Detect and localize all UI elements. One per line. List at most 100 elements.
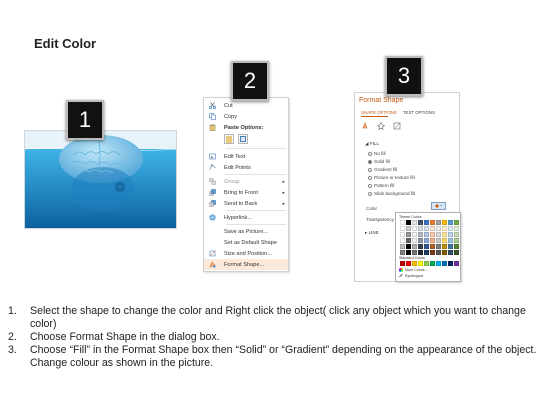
brain-iceberg-image[interactable] [24, 130, 177, 229]
color-swatch[interactable] [406, 232, 411, 237]
color-swatch[interactable] [436, 244, 441, 249]
color-swatch[interactable] [424, 238, 429, 243]
color-swatch[interactable] [436, 220, 441, 225]
eyedropper-option[interactable]: Eyedropper [399, 274, 424, 278]
color-swatch[interactable] [430, 261, 435, 266]
color-swatch[interactable] [454, 226, 459, 231]
color-swatch[interactable] [400, 232, 405, 237]
more-colors-option[interactable]: More Colors... [399, 268, 428, 272]
color-swatch[interactable] [400, 261, 405, 266]
color-swatch[interactable] [454, 261, 459, 266]
color-swatch[interactable] [442, 232, 447, 237]
color-swatch[interactable] [436, 250, 441, 255]
color-swatch[interactable] [448, 232, 453, 237]
color-swatch[interactable] [454, 220, 459, 225]
color-swatch[interactable] [442, 226, 447, 231]
color-swatch[interactable] [412, 232, 417, 237]
color-swatch[interactable] [406, 261, 411, 266]
color-swatch[interactable] [430, 232, 435, 237]
color-swatch[interactable] [418, 244, 423, 249]
fill-line-icon[interactable] [361, 122, 369, 130]
color-swatch[interactable] [418, 226, 423, 231]
menu-item-cut[interactable]: Cut [204, 100, 288, 111]
color-swatch[interactable] [424, 250, 429, 255]
color-swatch[interactable] [406, 226, 411, 231]
color-swatch[interactable] [424, 261, 429, 266]
color-swatch[interactable] [430, 220, 435, 225]
tab-text-options[interactable]: TEXT OPTIONS [403, 110, 435, 115]
color-swatch[interactable] [406, 238, 411, 243]
menu-item-hyperlink[interactable]: Hyperlink... [204, 212, 288, 223]
color-swatch[interactable] [436, 261, 441, 266]
menu-item-send-to-back[interactable]: Send to Back ▸ [204, 198, 288, 209]
no-fill-radio[interactable]: No fill [368, 151, 386, 156]
color-swatch[interactable] [442, 220, 447, 225]
color-swatch[interactable] [430, 238, 435, 243]
color-swatch[interactable] [418, 238, 423, 243]
effects-icon[interactable] [377, 122, 385, 130]
color-swatch[interactable] [418, 232, 423, 237]
menu-item-edit-text[interactable]: A Edit Text [204, 151, 288, 162]
color-swatch[interactable] [418, 220, 423, 225]
color-swatch[interactable] [406, 220, 411, 225]
color-swatch[interactable] [412, 250, 417, 255]
menu-item-group[interactable]: Group ▸ [204, 176, 288, 187]
color-swatch[interactable] [424, 220, 429, 225]
size-properties-icon[interactable] [393, 122, 401, 130]
color-swatch[interactable] [400, 226, 405, 231]
color-swatch[interactable] [424, 226, 429, 231]
color-swatch[interactable] [424, 232, 429, 237]
color-swatch[interactable] [412, 244, 417, 249]
color-swatch[interactable] [406, 244, 411, 249]
color-swatch[interactable] [412, 238, 417, 243]
color-swatch[interactable] [430, 250, 435, 255]
color-swatch[interactable] [448, 220, 453, 225]
color-swatch[interactable] [436, 238, 441, 243]
menu-item-edit-points[interactable]: Edit Points [204, 162, 288, 173]
menu-item-format-shape[interactable]: Format Shape... [204, 259, 288, 270]
paste-option-button[interactable] [224, 134, 234, 144]
paste-option-button[interactable] [238, 134, 248, 144]
color-swatch[interactable] [412, 226, 417, 231]
color-swatch[interactable] [442, 238, 447, 243]
pattern-fill-radio[interactable]: Pattern fill [368, 183, 394, 188]
picture-texture-fill-radio[interactable]: Picture or texture fill [368, 175, 415, 180]
color-swatch[interactable] [448, 238, 453, 243]
color-swatch[interactable] [424, 244, 429, 249]
menu-item-bring-to-front[interactable]: Bring to Front ▸ [204, 187, 288, 198]
fill-section-header[interactable]: ◢ FILL [365, 141, 379, 147]
color-swatch[interactable] [454, 232, 459, 237]
color-swatch[interactable] [454, 250, 459, 255]
solid-fill-radio[interactable]: Solid fill [368, 159, 390, 164]
menu-item-copy[interactable]: Copy [204, 111, 288, 122]
color-swatch[interactable] [442, 250, 447, 255]
color-swatch[interactable] [448, 244, 453, 249]
tab-shape-options[interactable]: SHAPE OPTIONS [361, 110, 397, 115]
color-swatch[interactable] [454, 244, 459, 249]
color-swatch[interactable] [418, 261, 423, 266]
color-swatch[interactable] [442, 261, 447, 266]
color-swatch[interactable] [412, 220, 417, 225]
menu-item-set-default-shape[interactable]: Set as Default Shape [204, 237, 288, 248]
color-swatch[interactable] [400, 250, 405, 255]
color-swatch[interactable] [448, 226, 453, 231]
gradient-fill-radio[interactable]: Gradient fill [368, 167, 397, 172]
color-swatch[interactable] [418, 250, 423, 255]
color-swatch[interactable] [442, 244, 447, 249]
color-swatch[interactable] [400, 244, 405, 249]
color-swatch[interactable] [454, 238, 459, 243]
fill-color-button[interactable] [431, 202, 446, 210]
color-swatch[interactable] [430, 226, 435, 231]
color-swatch[interactable] [436, 232, 441, 237]
color-swatch[interactable] [400, 238, 405, 243]
color-swatch[interactable] [406, 250, 411, 255]
color-swatch[interactable] [436, 226, 441, 231]
menu-item-size-and-position[interactable]: Size and Position... [204, 248, 288, 259]
slide-background-fill-radio[interactable]: Slide background fill [368, 191, 415, 196]
line-section-header[interactable]: ▸ LINE [365, 230, 379, 236]
color-swatch[interactable] [412, 261, 417, 266]
color-swatch[interactable] [448, 261, 453, 266]
color-swatch[interactable] [448, 250, 453, 255]
menu-item-save-as-picture[interactable]: Save as Picture... [204, 226, 288, 237]
color-swatch[interactable] [400, 220, 405, 225]
